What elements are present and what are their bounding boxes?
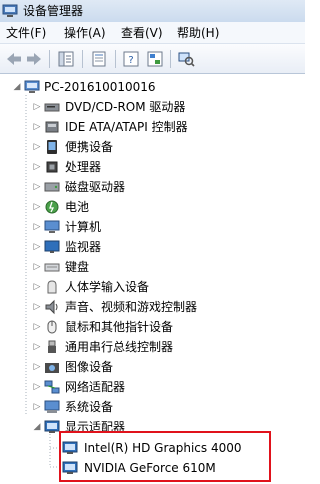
show-hide-console-tree-icon[interactable] bbox=[56, 50, 76, 68]
computer-name: PC-201610010016 bbox=[44, 80, 156, 94]
menu-view[interactable]: 查看(V) bbox=[121, 25, 163, 41]
tree-item-system[interactable]: ▷ 系统设备 bbox=[0, 397, 305, 417]
expand-arrow-icon[interactable]: ▷ bbox=[32, 262, 42, 272]
menu-file[interactable]: 文件(F) bbox=[6, 25, 46, 41]
processor-icon bbox=[46, 161, 58, 173]
window-titlebar: 设备管理器 bbox=[0, 0, 305, 22]
tree-item-mouse[interactable]: ▷ 鼠标和其他指针设备 bbox=[0, 317, 305, 337]
collapse-arrow-icon[interactable]: ◢ bbox=[12, 82, 22, 92]
expand-arrow-icon[interactable]: ▷ bbox=[32, 302, 42, 312]
properties-icon[interactable] bbox=[89, 50, 109, 68]
tree-item-keyboard[interactable]: ▷ 键盘 bbox=[0, 257, 305, 277]
tree-item-disk[interactable]: ▷ 磁盘驱动器 bbox=[0, 177, 305, 197]
tree-item-dvd[interactable]: ▷ DVD/CD-ROM 驱动器 bbox=[0, 97, 305, 117]
device-manager-icon bbox=[2, 4, 18, 17]
help-icon[interactable]: ? bbox=[121, 50, 141, 68]
expand-arrow-icon[interactable]: ▷ bbox=[32, 122, 42, 132]
tree-item-label: 通用串行总线控制器 bbox=[65, 340, 174, 354]
monitor-icon bbox=[44, 240, 60, 253]
expand-arrow-icon[interactable]: ▷ bbox=[32, 202, 42, 212]
collapse-arrow-icon[interactable]: ◢ bbox=[32, 422, 42, 432]
scan-hardware-icon[interactable] bbox=[176, 50, 196, 68]
tree-item-label: 人体学输入设备 bbox=[65, 280, 150, 294]
tree-item-label: IDE ATA/ATAPI 控制器 bbox=[65, 120, 188, 134]
mouse-icon bbox=[47, 320, 57, 334]
toolbar-separator bbox=[170, 50, 171, 68]
menu-action[interactable]: 操作(A) bbox=[64, 25, 106, 41]
network-adapter-icon bbox=[44, 380, 60, 394]
expand-arrow-icon[interactable]: ▷ bbox=[32, 382, 42, 392]
battery-icon bbox=[45, 200, 59, 214]
expand-arrow-icon[interactable]: ▷ bbox=[32, 242, 42, 252]
svg-text:?: ? bbox=[128, 55, 133, 66]
dvd-drive-icon bbox=[44, 103, 60, 112]
toolbar: ? bbox=[0, 44, 305, 74]
expand-arrow-icon[interactable]: ▷ bbox=[32, 182, 42, 192]
tree-item-label: 便携设备 bbox=[65, 140, 114, 154]
display-adapter-icon bbox=[44, 420, 60, 433]
toolbar-separator bbox=[115, 50, 116, 68]
tree-item-imaging[interactable]: ▷ 图像设备 bbox=[0, 357, 305, 377]
tree-item-battery[interactable]: ▷ 电池 bbox=[0, 197, 305, 217]
expand-arrow-icon[interactable]: ▷ bbox=[32, 142, 42, 152]
imaging-device-icon bbox=[45, 363, 59, 373]
usb-icon bbox=[48, 340, 56, 353]
expand-arrow-icon[interactable]: ▷ bbox=[32, 342, 42, 352]
expand-arrow-icon[interactable]: ▷ bbox=[32, 402, 42, 412]
tree-item-label: 系统设备 bbox=[65, 400, 114, 414]
tree-item-label: 声音、视频和游戏控制器 bbox=[65, 300, 198, 314]
tree-item-label: 鼠标和其他指针设备 bbox=[65, 320, 174, 334]
tree-item-sound[interactable]: ▷ 声音、视频和游戏控制器 bbox=[0, 297, 305, 317]
forward-arrow-icon[interactable] bbox=[24, 50, 44, 68]
tree-item-label: 网络适配器 bbox=[65, 380, 126, 394]
menu-bar: 文件(F) 操作(A) 查看(V) 帮助(H) bbox=[0, 22, 305, 44]
tree-item-computer[interactable]: ▷ 计算机 bbox=[0, 217, 305, 237]
expand-arrow-icon[interactable]: ▷ bbox=[32, 102, 42, 112]
system-device-icon bbox=[44, 400, 60, 413]
expand-arrow-icon[interactable]: ▷ bbox=[32, 282, 42, 292]
expand-arrow-icon[interactable]: ▷ bbox=[32, 362, 42, 372]
expand-arrow-icon[interactable]: ▷ bbox=[32, 322, 42, 332]
device-tree: ◢ PC-201610010016 ▷ DVD/CD-ROM 驱动器 ▷ IDE… bbox=[0, 75, 305, 484]
back-arrow-icon[interactable] bbox=[4, 50, 24, 68]
tree-root[interactable]: ◢ PC-201610010016 bbox=[0, 77, 305, 97]
tree-item-hid[interactable]: ▷ 人体学输入设备 bbox=[0, 277, 305, 297]
tree-item-label: DVD/CD-ROM 驱动器 bbox=[65, 100, 186, 114]
disk-drive-icon bbox=[44, 182, 60, 192]
portable-device-icon bbox=[47, 140, 57, 154]
tree-item-ide[interactable]: ▷ IDE ATA/ATAPI 控制器 bbox=[0, 117, 305, 137]
expand-arrow-icon[interactable]: ▷ bbox=[32, 222, 42, 232]
tree-item-label: 图像设备 bbox=[65, 360, 114, 374]
tree-item-monitor[interactable]: ▷ 监视器 bbox=[0, 237, 305, 257]
keyboard-icon bbox=[44, 263, 60, 272]
hid-icon bbox=[47, 280, 57, 294]
tree-item-network[interactable]: ▷ 网络适配器 bbox=[0, 377, 305, 397]
tree-item-label: 电池 bbox=[65, 200, 90, 214]
tree-item-label: 键盘 bbox=[65, 260, 90, 274]
tree-item-processor[interactable]: ▷ 处理器 bbox=[0, 157, 305, 177]
tree-item-label: 处理器 bbox=[65, 160, 102, 174]
tree-item-label: 计算机 bbox=[65, 220, 102, 234]
toolbar-separator bbox=[82, 50, 83, 68]
computer-icon bbox=[44, 220, 60, 233]
devices-view-icon[interactable] bbox=[145, 50, 165, 68]
sound-icon bbox=[45, 299, 58, 315]
tree-item-label: 监视器 bbox=[65, 240, 102, 254]
tree-item-usb[interactable]: ▷ 通用串行总线控制器 bbox=[0, 337, 305, 357]
expand-arrow-icon[interactable]: ▷ bbox=[32, 162, 42, 172]
toolbar-separator bbox=[49, 50, 50, 68]
highlight-box bbox=[59, 431, 271, 482]
computer-icon bbox=[24, 80, 40, 93]
tree-item-portable[interactable]: ▷ 便携设备 bbox=[0, 137, 305, 157]
ide-controller-icon bbox=[45, 121, 59, 133]
window-title: 设备管理器 bbox=[23, 4, 84, 18]
menu-help[interactable]: 帮助(H) bbox=[177, 25, 219, 41]
tree-item-label: 磁盘驱动器 bbox=[65, 180, 126, 194]
